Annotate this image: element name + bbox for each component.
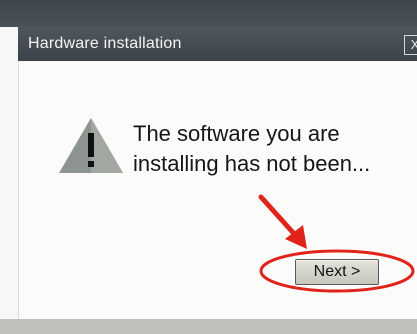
close-icon: X [410, 37, 417, 52]
dialog-title-bar: Hardware installation X [18, 27, 417, 61]
background-window-strip [0, 0, 417, 27]
close-button[interactable]: X [404, 35, 417, 55]
red-arrow-icon [258, 194, 307, 249]
dialog-message: The software you are installing has not … [133, 119, 413, 179]
warning-icon [59, 118, 123, 173]
bottom-edge-strip [0, 319, 417, 334]
next-button[interactable]: Next > [295, 259, 379, 285]
hardware-installation-dialog: The software you are installing has not … [18, 61, 417, 319]
message-line-1: The software you are [133, 121, 340, 146]
message-line-2: installing has not been... [133, 151, 371, 176]
dialog-title: Hardware installation [28, 35, 182, 52]
